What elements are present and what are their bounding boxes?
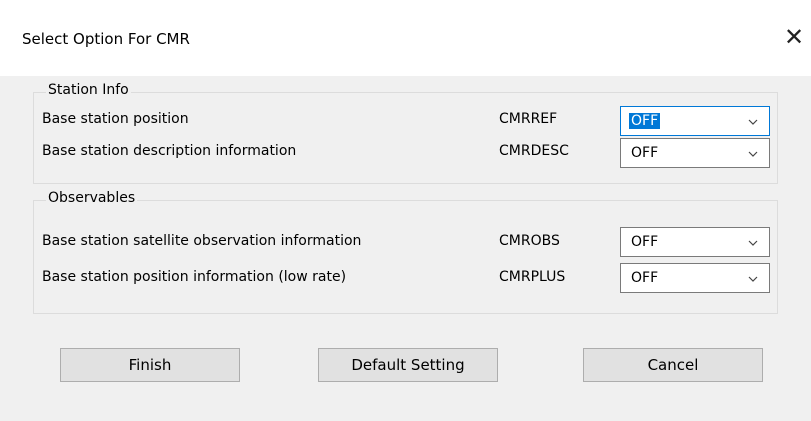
default-setting-button[interactable]: Default Setting (318, 348, 498, 382)
base-station-description-label: Base station description information (42, 143, 297, 159)
base-station-position-label: Base station position (42, 111, 189, 127)
cmrobs-code: CMROBS (499, 233, 560, 249)
cmrplus-select[interactable]: OFF (620, 263, 770, 293)
cancel-button[interactable]: Cancel (583, 348, 763, 382)
cmrobs-select-value: OFF (631, 234, 659, 250)
chevron-down-icon (748, 240, 758, 246)
cmrdesc-select[interactable]: OFF (620, 138, 770, 168)
cmrref-select-value: OFF (629, 113, 661, 129)
cmrplus-select-value: OFF (631, 270, 659, 286)
cmrref-select[interactable]: OFF (620, 106, 770, 136)
chevron-down-icon (748, 276, 758, 282)
observables-group: Observables Base station satellite obser… (33, 190, 778, 314)
title-bar: Select Option For CMR ✕ (0, 0, 811, 76)
cmrref-code: CMRREF (499, 111, 558, 127)
dialog-body: Station Info Base station position CMRRE… (0, 76, 811, 421)
chevron-down-icon (748, 151, 758, 157)
select-option-dialog: Select Option For CMR ✕ Station Info Bas… (0, 0, 811, 421)
cmrdesc-select-value: OFF (631, 145, 659, 161)
chevron-down-icon (748, 119, 758, 125)
close-icon[interactable]: ✕ (778, 21, 810, 53)
observables-legend: Observables (46, 190, 138, 206)
cmrobs-select[interactable]: OFF (620, 227, 770, 257)
cmrdesc-code: CMRDESC (499, 143, 569, 159)
cmrplus-code: CMRPLUS (499, 269, 566, 285)
station-info-group: Station Info Base station position CMRRE… (33, 82, 778, 184)
satellite-observation-label: Base station satellite observation infor… (42, 233, 362, 249)
dialog-title: Select Option For CMR (22, 30, 190, 48)
finish-button[interactable]: Finish (60, 348, 240, 382)
position-low-rate-label: Base station position information (low r… (42, 269, 347, 285)
station-info-legend: Station Info (46, 82, 131, 98)
